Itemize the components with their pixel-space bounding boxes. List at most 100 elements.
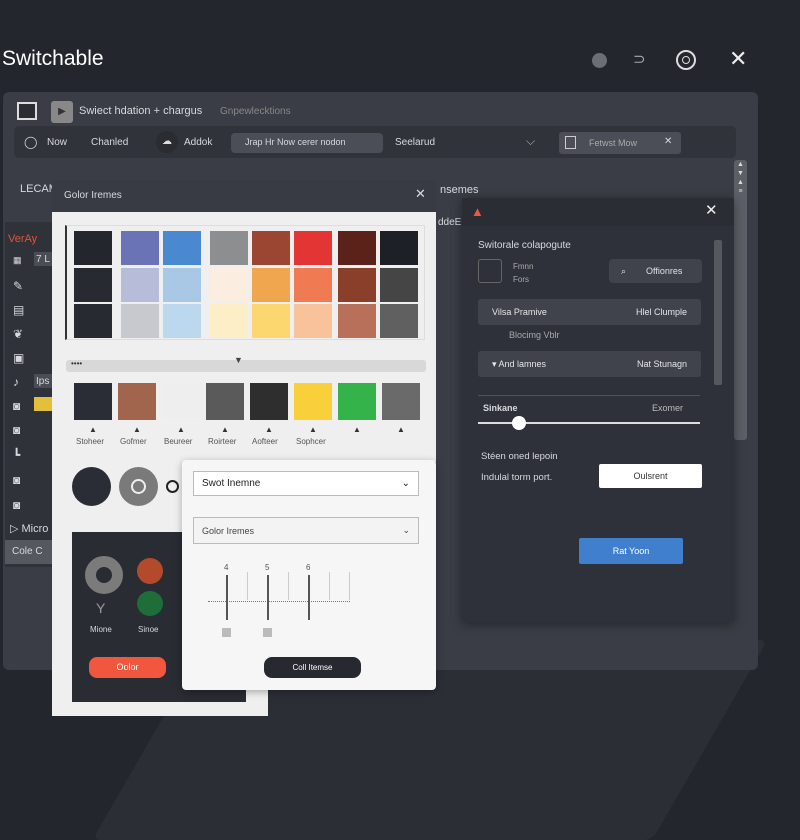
palette-swatch[interactable] [380, 268, 418, 302]
palette-swatch[interactable] [210, 268, 248, 302]
cloud-icon[interactable]: ☁ [156, 131, 178, 153]
palette-swatch[interactable] [294, 304, 332, 338]
scrollbar[interactable]: ▲ ▼ ▲ ≡ [734, 160, 747, 440]
tab-cole[interactable]: Cole [12, 546, 33, 557]
tick-line[interactable] [226, 575, 228, 620]
palette-swatch[interactable] [163, 268, 201, 302]
palette-swatch[interactable] [252, 304, 290, 338]
pin-icon[interactable]: ✎ [13, 280, 23, 292]
options-search-button[interactable]: ⌕ Offionres [609, 259, 702, 283]
theme-swatch[interactable] [338, 383, 376, 420]
sidebar-field[interactable]: 7 L [34, 252, 54, 266]
theme-swatch[interactable] [294, 383, 332, 420]
tick-line[interactable] [308, 575, 310, 620]
palette-swatch[interactable] [338, 304, 376, 338]
palette-swatch[interactable] [163, 304, 201, 338]
swatch-marker-icon: ▲ [221, 425, 229, 434]
sidebar-bottom-tabs[interactable]: Cole C [5, 540, 55, 564]
palette-swatch[interactable] [121, 268, 159, 302]
palette-swatch[interactable] [380, 231, 418, 265]
sidebar-item-micro[interactable]: ▷ Micro [5, 520, 55, 536]
tab-c[interactable]: C [35, 546, 42, 557]
palette-swatch[interactable] [74, 268, 112, 302]
theme-swatch[interactable] [250, 383, 288, 420]
palette-swatch[interactable] [163, 231, 201, 265]
option-row-2[interactable]: ▾ And lamnes Nat Stunagn [478, 351, 701, 377]
sidebar-field-2[interactable]: Ips [34, 374, 54, 388]
primary-button[interactable]: Rat Yoon [579, 538, 683, 564]
theme-swatch[interactable] [74, 383, 112, 420]
palette-swatch[interactable] [294, 268, 332, 302]
dialog-close-icon[interactable]: ✕ [415, 187, 426, 200]
toolbar-item-addok[interactable]: Addok [184, 137, 212, 148]
toolbar-search-input[interactable]: Jrap Hr Now cerer nodon [231, 133, 383, 153]
camera-icon[interactable]: ◙ [13, 424, 20, 436]
play-icon[interactable]: ▶ [51, 101, 73, 123]
section-themes-label: nsemes [440, 184, 479, 196]
theme-swatch[interactable] [162, 383, 200, 420]
camera-icon[interactable]: ◙ [13, 474, 20, 486]
tick-handle[interactable] [263, 628, 272, 637]
dark-circle-swatch[interactable] [72, 467, 111, 506]
palette-swatch[interactable] [252, 231, 290, 265]
chevron-down-icon[interactable]: ⌵ [526, 135, 535, 147]
palette-swatch[interactable] [338, 231, 376, 265]
swatch-label: Gofmer [120, 437, 147, 446]
palette-swatch[interactable] [210, 231, 248, 265]
row-sub-label: Blocimg Vblr [509, 330, 560, 340]
apply-themes-button[interactable]: Coll Itemse [264, 657, 361, 678]
undo-icon[interactable]: ⊃ [633, 52, 646, 67]
slider-track[interactable] [478, 422, 700, 424]
panel-scrollbar[interactable] [714, 240, 722, 385]
caret-down-icon[interactable]: ▼ [234, 356, 243, 365]
palette-swatch[interactable] [210, 304, 248, 338]
palette-swatch[interactable] [380, 304, 418, 338]
theme-swatch[interactable] [382, 383, 420, 420]
tick-handle[interactable] [222, 628, 231, 637]
camera-icon[interactable]: ◙ [13, 499, 20, 511]
sidebar-color-chip[interactable] [34, 397, 54, 411]
palette-swatch[interactable] [294, 231, 332, 265]
camera-icon[interactable]: ◙ [13, 400, 20, 412]
green-dot-preview [137, 591, 163, 616]
section-sub-label: ddeE [438, 217, 462, 228]
tab-close-icon[interactable]: ✕ [664, 137, 672, 147]
calendar-icon[interactable]: ▣ [13, 352, 24, 364]
music-icon[interactable]: ♪ [13, 376, 19, 388]
color-themes-select[interactable]: Golor Iremes ⌄ [193, 517, 419, 544]
sidebar-item-label: Micro [21, 523, 49, 535]
flag-icon: ▲ [471, 204, 484, 219]
corner-icon[interactable]: ┗ [13, 449, 20, 461]
record-dot-icon[interactable] [592, 53, 607, 68]
swatch-label: Stoheer [76, 437, 105, 446]
palette-swatch[interactable] [74, 231, 112, 265]
panel-checkbox[interactable] [478, 259, 502, 283]
circle-icon[interactable]: ◯ [24, 136, 37, 148]
outline-button[interactable]: Oulsrent [599, 464, 702, 488]
toolbar-item-chanled[interactable]: Chanled [91, 137, 128, 148]
theme-select[interactable]: Swot Inemne ⌄ [193, 471, 419, 496]
palette-swatch[interactable] [121, 231, 159, 265]
palette-bar[interactable]: •••• [66, 360, 426, 372]
option-row-1[interactable]: Vilsa Pramive Hlel Clumple [478, 299, 701, 325]
window-title: Swiect hdation + chargus [79, 105, 203, 117]
color-button[interactable]: Oolor [89, 657, 166, 678]
toolbar-item-now[interactable]: Now [47, 137, 67, 148]
palette-swatch[interactable] [338, 268, 376, 302]
tick-line[interactable] [267, 575, 269, 620]
close-icon[interactable]: ✕ [729, 48, 747, 70]
palette-swatch[interactable] [121, 304, 159, 338]
toolbar-dropdown[interactable]: Seelarud [395, 137, 435, 148]
grid-icon[interactable]: ▦ [13, 256, 22, 265]
tick-line [246, 572, 248, 600]
palette-swatch[interactable] [74, 304, 112, 338]
gray-circle-swatch[interactable] [119, 467, 158, 506]
theme-swatch[interactable] [206, 383, 244, 420]
leaf-icon[interactable]: ❦ [13, 328, 23, 340]
settings-icon[interactable] [676, 50, 696, 70]
palette-swatch[interactable] [252, 268, 290, 302]
panel-close-icon[interactable]: ✕ [705, 203, 718, 218]
ring-swatch[interactable] [166, 480, 179, 493]
theme-swatch[interactable] [118, 383, 156, 420]
table-icon[interactable]: ▤ [13, 304, 24, 316]
